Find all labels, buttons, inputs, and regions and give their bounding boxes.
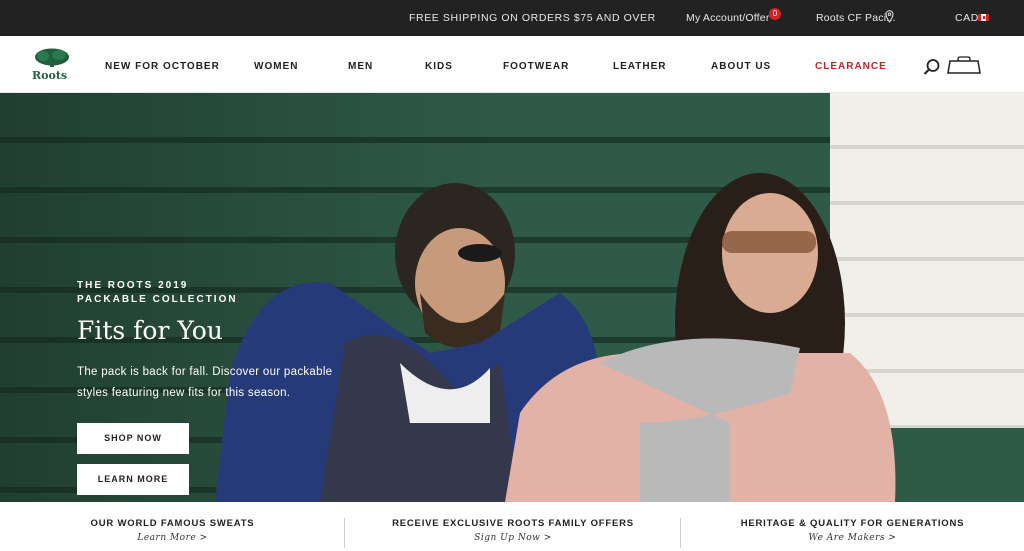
value-prop-heading: RECEIVE EXCLUSIVE ROOTS FAMILY OFFERS bbox=[392, 518, 634, 529]
value-prop-family-offers[interactable]: RECEIVE EXCLUSIVE ROOTS FAMILY OFFERS Si… bbox=[345, 502, 681, 551]
hero-eyebrow: THE ROOTS 2019 PACKABLE COLLECTION bbox=[77, 279, 267, 307]
logo-wordmark: Roots bbox=[32, 69, 68, 82]
nav-leather[interactable]: LEATHER bbox=[613, 61, 666, 72]
learn-more-button[interactable]: LEARN MORE bbox=[77, 464, 189, 495]
nav-men[interactable]: MEN bbox=[348, 61, 373, 72]
sign-up-now-link[interactable]: Sign Up Now > bbox=[345, 533, 681, 543]
store-selector-link[interactable]: Roots CF Paci... bbox=[816, 12, 896, 24]
value-prop-sweats[interactable]: OUR WORLD FAMOUS SWEATS Learn More > bbox=[0, 502, 345, 551]
nav-about-us[interactable]: ABOUT US bbox=[711, 61, 771, 72]
my-account-link[interactable]: My Account/Offer bbox=[686, 12, 770, 24]
top-promo-bar: FREE SHIPPING ON ORDERS $75 AND OVER My … bbox=[0, 0, 1024, 36]
offers-count-badge[interactable]: 0 bbox=[769, 8, 781, 20]
value-prop-heading: HERITAGE & QUALITY FOR GENERATIONS bbox=[740, 518, 965, 529]
nav-new-for-october[interactable]: NEW FOR OCTOBER bbox=[105, 61, 220, 72]
hero-description: The pack is back for fall. Discover our … bbox=[77, 366, 333, 399]
canada-flag-icon[interactable] bbox=[978, 14, 989, 21]
hero-banner[interactable]: THE ROOTS 2019 PACKABLE COLLECTION Fits … bbox=[0, 93, 1024, 502]
value-prop-heritage[interactable]: HERITAGE & QUALITY FOR GENERATIONS We Ar… bbox=[681, 502, 1024, 551]
we-are-makers-link[interactable]: We Are Makers > bbox=[681, 533, 1024, 543]
shopping-bag-icon[interactable] bbox=[947, 56, 981, 74]
roots-beaver-logo bbox=[35, 48, 69, 67]
shop-now-button[interactable]: SHOP NOW bbox=[77, 423, 189, 454]
search-icon[interactable] bbox=[923, 58, 941, 76]
map-pin-icon[interactable] bbox=[885, 10, 894, 23]
free-shipping-promo[interactable]: FREE SHIPPING ON ORDERS $75 AND OVER bbox=[409, 12, 656, 24]
hero-eyebrow-line1: THE ROOTS 2019 bbox=[77, 280, 189, 291]
value-prop-heading: OUR WORLD FAMOUS SWEATS bbox=[90, 518, 255, 529]
learn-more-link[interactable]: Learn More > bbox=[0, 533, 345, 543]
currency-selector[interactable]: CAD bbox=[955, 12, 979, 24]
nav-kids[interactable]: KIDS bbox=[425, 61, 453, 72]
value-props-bar: OUR WORLD FAMOUS SWEATS Learn More > REC… bbox=[0, 502, 1024, 551]
nav-women[interactable]: WOMEN bbox=[254, 61, 298, 72]
roots-logo[interactable]: Roots bbox=[29, 48, 75, 82]
hero-eyebrow-line2: PACKABLE COLLECTION bbox=[77, 294, 238, 305]
nav-clearance[interactable]: CLEARANCE bbox=[815, 61, 887, 72]
hero-title: Fits for You bbox=[77, 316, 223, 345]
nav-footwear[interactable]: FOOTWEAR bbox=[503, 61, 569, 72]
main-navigation: Roots NEW FOR OCTOBER WOMEN MEN KIDS FOO… bbox=[0, 36, 1024, 93]
